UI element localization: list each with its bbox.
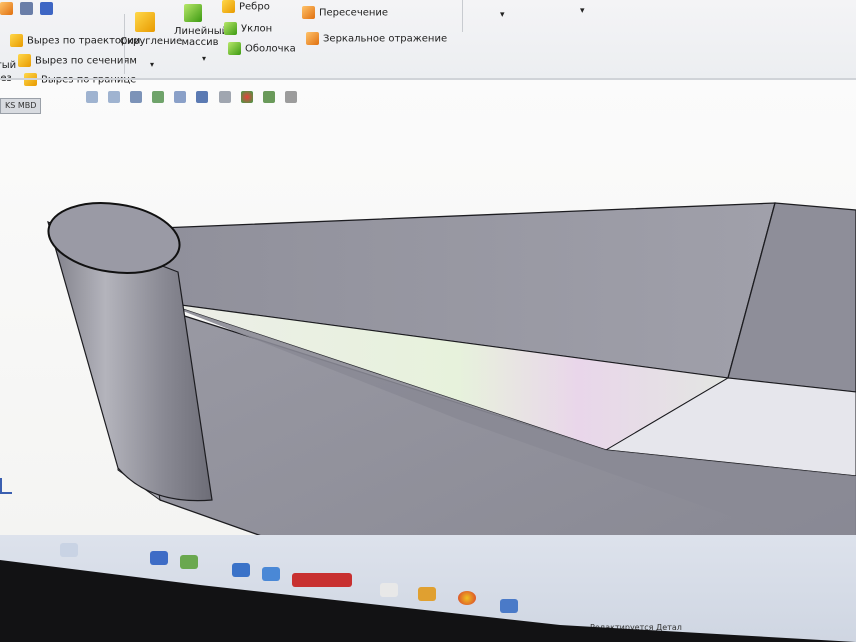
color-icon[interactable] [0,2,13,15]
model-3d[interactable] [0,80,856,550]
fillet-icon[interactable] [128,12,162,34]
monitor-bezel [0,560,856,642]
linear-pattern-button[interactable]: Линейный массив [174,26,228,48]
hide-show-icon[interactable] [218,90,231,103]
section-view-icon[interactable] [152,90,165,103]
zoom-area-icon[interactable] [108,90,121,103]
intersect-icon [302,6,315,19]
taskbar-icon[interactable] [60,543,78,557]
ribbon-border [0,78,856,80]
fillet-button[interactable]: Скругление [120,36,182,47]
mirror-button[interactable]: Зеркальное отражение [306,32,447,45]
triad-icon [0,478,12,494]
arrow-icon[interactable] [20,2,34,15]
options-icon[interactable] [40,2,54,15]
screen: утый рез Вырез по траектории Вырез по се… [0,0,856,642]
fillet-dropdown-icon[interactable]: ▾ [150,60,154,69]
apply-scene-icon[interactable] [262,90,275,103]
rib-button[interactable]: Ребро [222,0,270,13]
draft-icon [224,22,237,35]
draft-button[interactable]: Уклон [224,22,272,35]
graphics-area[interactable] [0,80,856,550]
left-cut-label[interactable]: утый [0,60,16,71]
intersect-button[interactable]: Пересечение [302,6,388,19]
previous-view-icon[interactable] [130,90,143,103]
display-style-icon[interactable] [196,90,209,103]
edit-appearance-icon[interactable] [240,90,253,103]
shell-button[interactable]: Оболочка [228,42,296,55]
zoom-fit-icon[interactable] [86,90,98,103]
dropdown-arrow-icon-2[interactable]: ▾ [580,6,585,16]
dropdown-arrow-icon[interactable]: ▾ [500,10,505,20]
shell-icon [228,42,241,55]
view-orientation-icon[interactable] [174,90,187,103]
ribbon-separator-2 [462,0,463,32]
toolbar-icons-row [0,2,57,15]
linear-pattern-icon[interactable] [184,4,206,22]
command-manager-ribbon: утый рез Вырез по траектории Вырез по се… [0,0,856,86]
view-settings-icon[interactable] [284,90,297,103]
heads-up-view-toolbar [86,86,302,103]
cut-sweep-icon [10,34,23,47]
pattern-dropdown-icon[interactable]: ▾ [202,54,206,63]
rib-icon [222,0,235,13]
cut-loft-icon [18,54,31,67]
tab-mbd[interactable]: KS MBD [0,98,42,114]
mirror-icon [306,32,319,45]
cut-loft-button[interactable]: Вырез по сечениям [18,54,137,67]
